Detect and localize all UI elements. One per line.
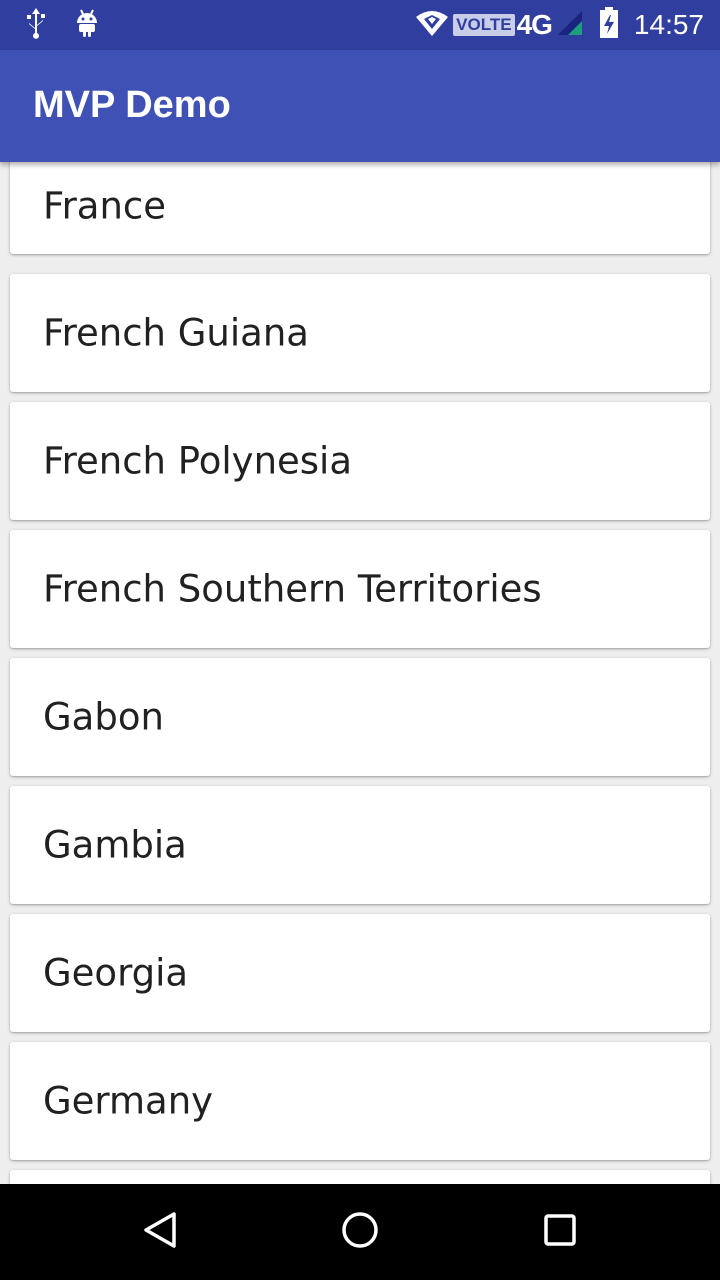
country-label: Gambia [43, 823, 187, 867]
country-card-germany[interactable]: Germany [10, 1042, 710, 1160]
country-card-french-guiana[interactable]: French Guiana [10, 274, 710, 392]
country-card-french-southern-territories[interactable]: French Southern Territories [10, 530, 710, 648]
country-label: France [43, 184, 167, 228]
usb-icon [24, 6, 48, 44]
country-card-georgia[interactable]: Georgia [10, 914, 710, 1032]
volte-badge: VOLTE [453, 14, 515, 36]
country-label: Georgia [43, 951, 189, 995]
country-label: French Southern Territories [43, 567, 542, 611]
wifi-icon [415, 9, 449, 41]
recents-icon [540, 1210, 580, 1254]
network-type-label: 4G [516, 9, 553, 40]
country-label: French Guiana [43, 311, 309, 355]
status-bar: VOLTE 4G 14:57 [0, 0, 720, 50]
battery-icon [598, 7, 620, 43]
app-title: MVP Demo [33, 84, 231, 126]
country-card-gabon[interactable]: Gabon [10, 658, 710, 776]
back-button[interactable] [100, 1184, 220, 1280]
country-list[interactable]: France French Guiana French Polynesia Fr… [0, 162, 720, 1184]
country-card-partial[interactable] [10, 1170, 710, 1184]
app-bar: MVP Demo [0, 50, 720, 162]
country-card-french-polynesia[interactable]: French Polynesia [10, 402, 710, 520]
country-card-france[interactable]: France [10, 162, 710, 254]
country-label: Gabon [43, 695, 164, 739]
status-bar-left [24, 8, 100, 42]
country-label: Germany [43, 1079, 214, 1123]
navigation-bar [0, 1184, 720, 1280]
recents-button[interactable] [500, 1184, 620, 1280]
status-bar-right: VOLTE 4G 14:57 [415, 0, 704, 50]
back-icon [140, 1210, 180, 1254]
status-clock: 14:57 [633, 9, 704, 40]
home-icon [340, 1210, 380, 1254]
country-label: French Polynesia [43, 439, 353, 483]
signal-icon [556, 9, 584, 41]
home-button[interactable] [300, 1184, 420, 1280]
country-card-gambia[interactable]: Gambia [10, 786, 710, 904]
android-icon [74, 6, 100, 44]
